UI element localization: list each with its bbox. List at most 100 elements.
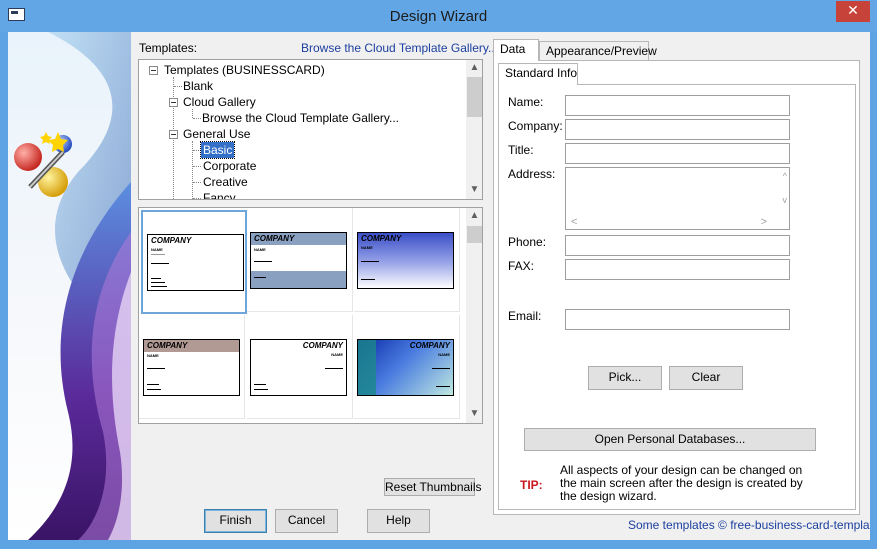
card-line — [436, 386, 450, 387]
tree-item-cloud-gallery[interactable]: Cloud Gallery — [183, 94, 256, 110]
card-band — [251, 271, 346, 288]
card-preview: COMPANY NAME — [250, 339, 347, 396]
card-line — [361, 279, 375, 280]
card-preview: COMPANY NAME — [143, 339, 240, 396]
collapse-icon[interactable] — [149, 66, 158, 75]
card-name: NAME — [151, 247, 163, 252]
thumbnail-scrollbar[interactable]: ▲ ▼ — [466, 208, 482, 423]
card-line — [151, 286, 167, 287]
title-field[interactable] — [565, 143, 790, 164]
address-field[interactable]: ^ v < > — [565, 167, 790, 230]
card-name: NAME — [147, 353, 159, 358]
scroll-up-icon[interactable]: ^ — [783, 171, 787, 181]
tree-item-general-use[interactable]: General Use — [183, 126, 250, 142]
scroll-up-icon[interactable]: ▲ — [466, 208, 482, 224]
tree-item-root[interactable]: Templates (BUSINESSCARD) — [164, 62, 325, 78]
tab-appearance-preview[interactable]: Appearance/Preview — [539, 41, 657, 60]
tree-scrollbar[interactable]: ▲ ▼ — [466, 60, 482, 199]
thumbnail-grid[interactable]: COMPANY NAME COMPANY NAME COMPANY NAME C… — [138, 207, 483, 424]
pick-button[interactable]: Pick... — [588, 366, 662, 390]
tree-item-fancy[interactable]: Fancy — [203, 190, 236, 199]
thumbnail-1[interactable]: COMPANY NAME — [141, 210, 247, 314]
close-button[interactable]: ✕ — [836, 1, 870, 22]
thumbnail-5[interactable]: COMPANY NAME — [247, 315, 353, 419]
thumbnail-4[interactable]: COMPANY NAME — [139, 315, 245, 419]
templates-label: Templates: — [139, 41, 198, 55]
card-company: COMPANY — [151, 236, 192, 245]
tree-line — [193, 150, 201, 151]
email-label: Email: — [508, 309, 542, 323]
thumbnail-2[interactable]: COMPANY NAME — [247, 208, 353, 312]
card-preview: COMPANY NAME — [357, 339, 454, 396]
tree-line — [193, 182, 201, 183]
company-field[interactable] — [565, 119, 790, 140]
company-label: Company: — [508, 119, 563, 133]
card-company: COMPANY — [361, 234, 402, 243]
card-line — [147, 384, 159, 385]
scroll-right-icon[interactable]: > — [761, 216, 767, 228]
name-label: Name: — [508, 95, 544, 109]
tree-line — [193, 118, 201, 119]
card-company: COMPANY — [409, 341, 450, 350]
swirl-graphic — [14, 32, 131, 540]
email-field[interactable] — [565, 309, 790, 330]
card-line — [151, 254, 165, 255]
card-line — [151, 278, 161, 279]
tip-label: TIP: — [520, 478, 543, 492]
wizard-side-art — [8, 32, 131, 540]
card-preview: COMPANY NAME — [147, 234, 244, 291]
card-line — [254, 277, 266, 278]
thumbnail-3[interactable]: COMPANY NAME — [354, 208, 460, 312]
card-line — [254, 261, 272, 262]
browse-gallery-link[interactable]: Browse the Cloud Template Gallery... — [301, 41, 498, 55]
tab-data[interactable]: Data — [493, 39, 539, 61]
card-company: COMPANY — [254, 234, 295, 243]
title-bar[interactable]: Design Wizard ✕ — [0, 0, 877, 32]
scroll-thumb[interactable] — [467, 77, 482, 117]
tree-item-blank[interactable]: Blank — [183, 78, 213, 94]
card-line — [254, 389, 268, 390]
scroll-down-icon[interactable]: ▼ — [466, 406, 482, 422]
scroll-thumb[interactable] — [467, 226, 482, 243]
tab-standard-info[interactable]: Standard Info — [498, 63, 578, 85]
name-field[interactable] — [565, 95, 790, 116]
tree-line — [192, 109, 193, 118]
scroll-left-icon[interactable]: < — [571, 216, 577, 228]
thumbnail-6[interactable]: COMPANY NAME — [354, 315, 460, 419]
cancel-button[interactable]: Cancel — [275, 509, 338, 533]
card-line — [147, 368, 165, 369]
tree-item-browse-cloud[interactable]: Browse the Cloud Template Gallery... — [202, 110, 399, 126]
collapse-icon[interactable] — [169, 98, 178, 107]
address-label: Address: — [508, 167, 556, 181]
reset-thumbnails-button[interactable]: Reset Thumbnails — [384, 478, 482, 496]
tree-item-creative[interactable]: Creative — [203, 174, 248, 190]
tree-item-basic[interactable]: Basic — [199, 141, 236, 159]
title-label: Title: — [508, 143, 534, 157]
tree-line — [174, 86, 182, 87]
fax-label: FAX: — [508, 259, 535, 273]
card-company: COMPANY — [302, 341, 343, 350]
window-title: Design Wizard — [389, 8, 488, 25]
design-wizard-window: Design Wizard ✕ Templates: Browse the Cl… — [0, 0, 877, 549]
finish-button[interactable]: Finish — [204, 509, 267, 533]
template-tree[interactable]: Templates (BUSINESSCARD) Blank Cloud Gal… — [138, 59, 483, 200]
scroll-down-icon[interactable]: ▼ — [466, 182, 482, 198]
collapse-icon[interactable] — [169, 130, 178, 139]
card-line — [147, 389, 161, 390]
scroll-up-icon[interactable]: ▲ — [466, 60, 482, 76]
fax-field[interactable] — [565, 259, 790, 280]
card-name: NAME — [361, 245, 373, 250]
scroll-down-icon[interactable]: v — [783, 195, 788, 205]
footer-credit-link[interactable]: Some templates © free-business-card-temp… — [628, 518, 870, 532]
card-preview: COMPANY NAME — [357, 232, 454, 289]
card-line — [254, 384, 266, 385]
phone-field[interactable] — [565, 235, 790, 256]
open-personal-databases-button[interactable]: Open Personal Databases... — [524, 428, 816, 451]
help-button[interactable]: Help — [367, 509, 430, 533]
tree-item-corporate[interactable]: Corporate — [203, 158, 256, 174]
card-line — [432, 368, 450, 369]
card-band — [358, 340, 376, 395]
card-line — [151, 263, 169, 264]
clear-button[interactable]: Clear — [669, 366, 743, 390]
card-line — [151, 282, 165, 283]
